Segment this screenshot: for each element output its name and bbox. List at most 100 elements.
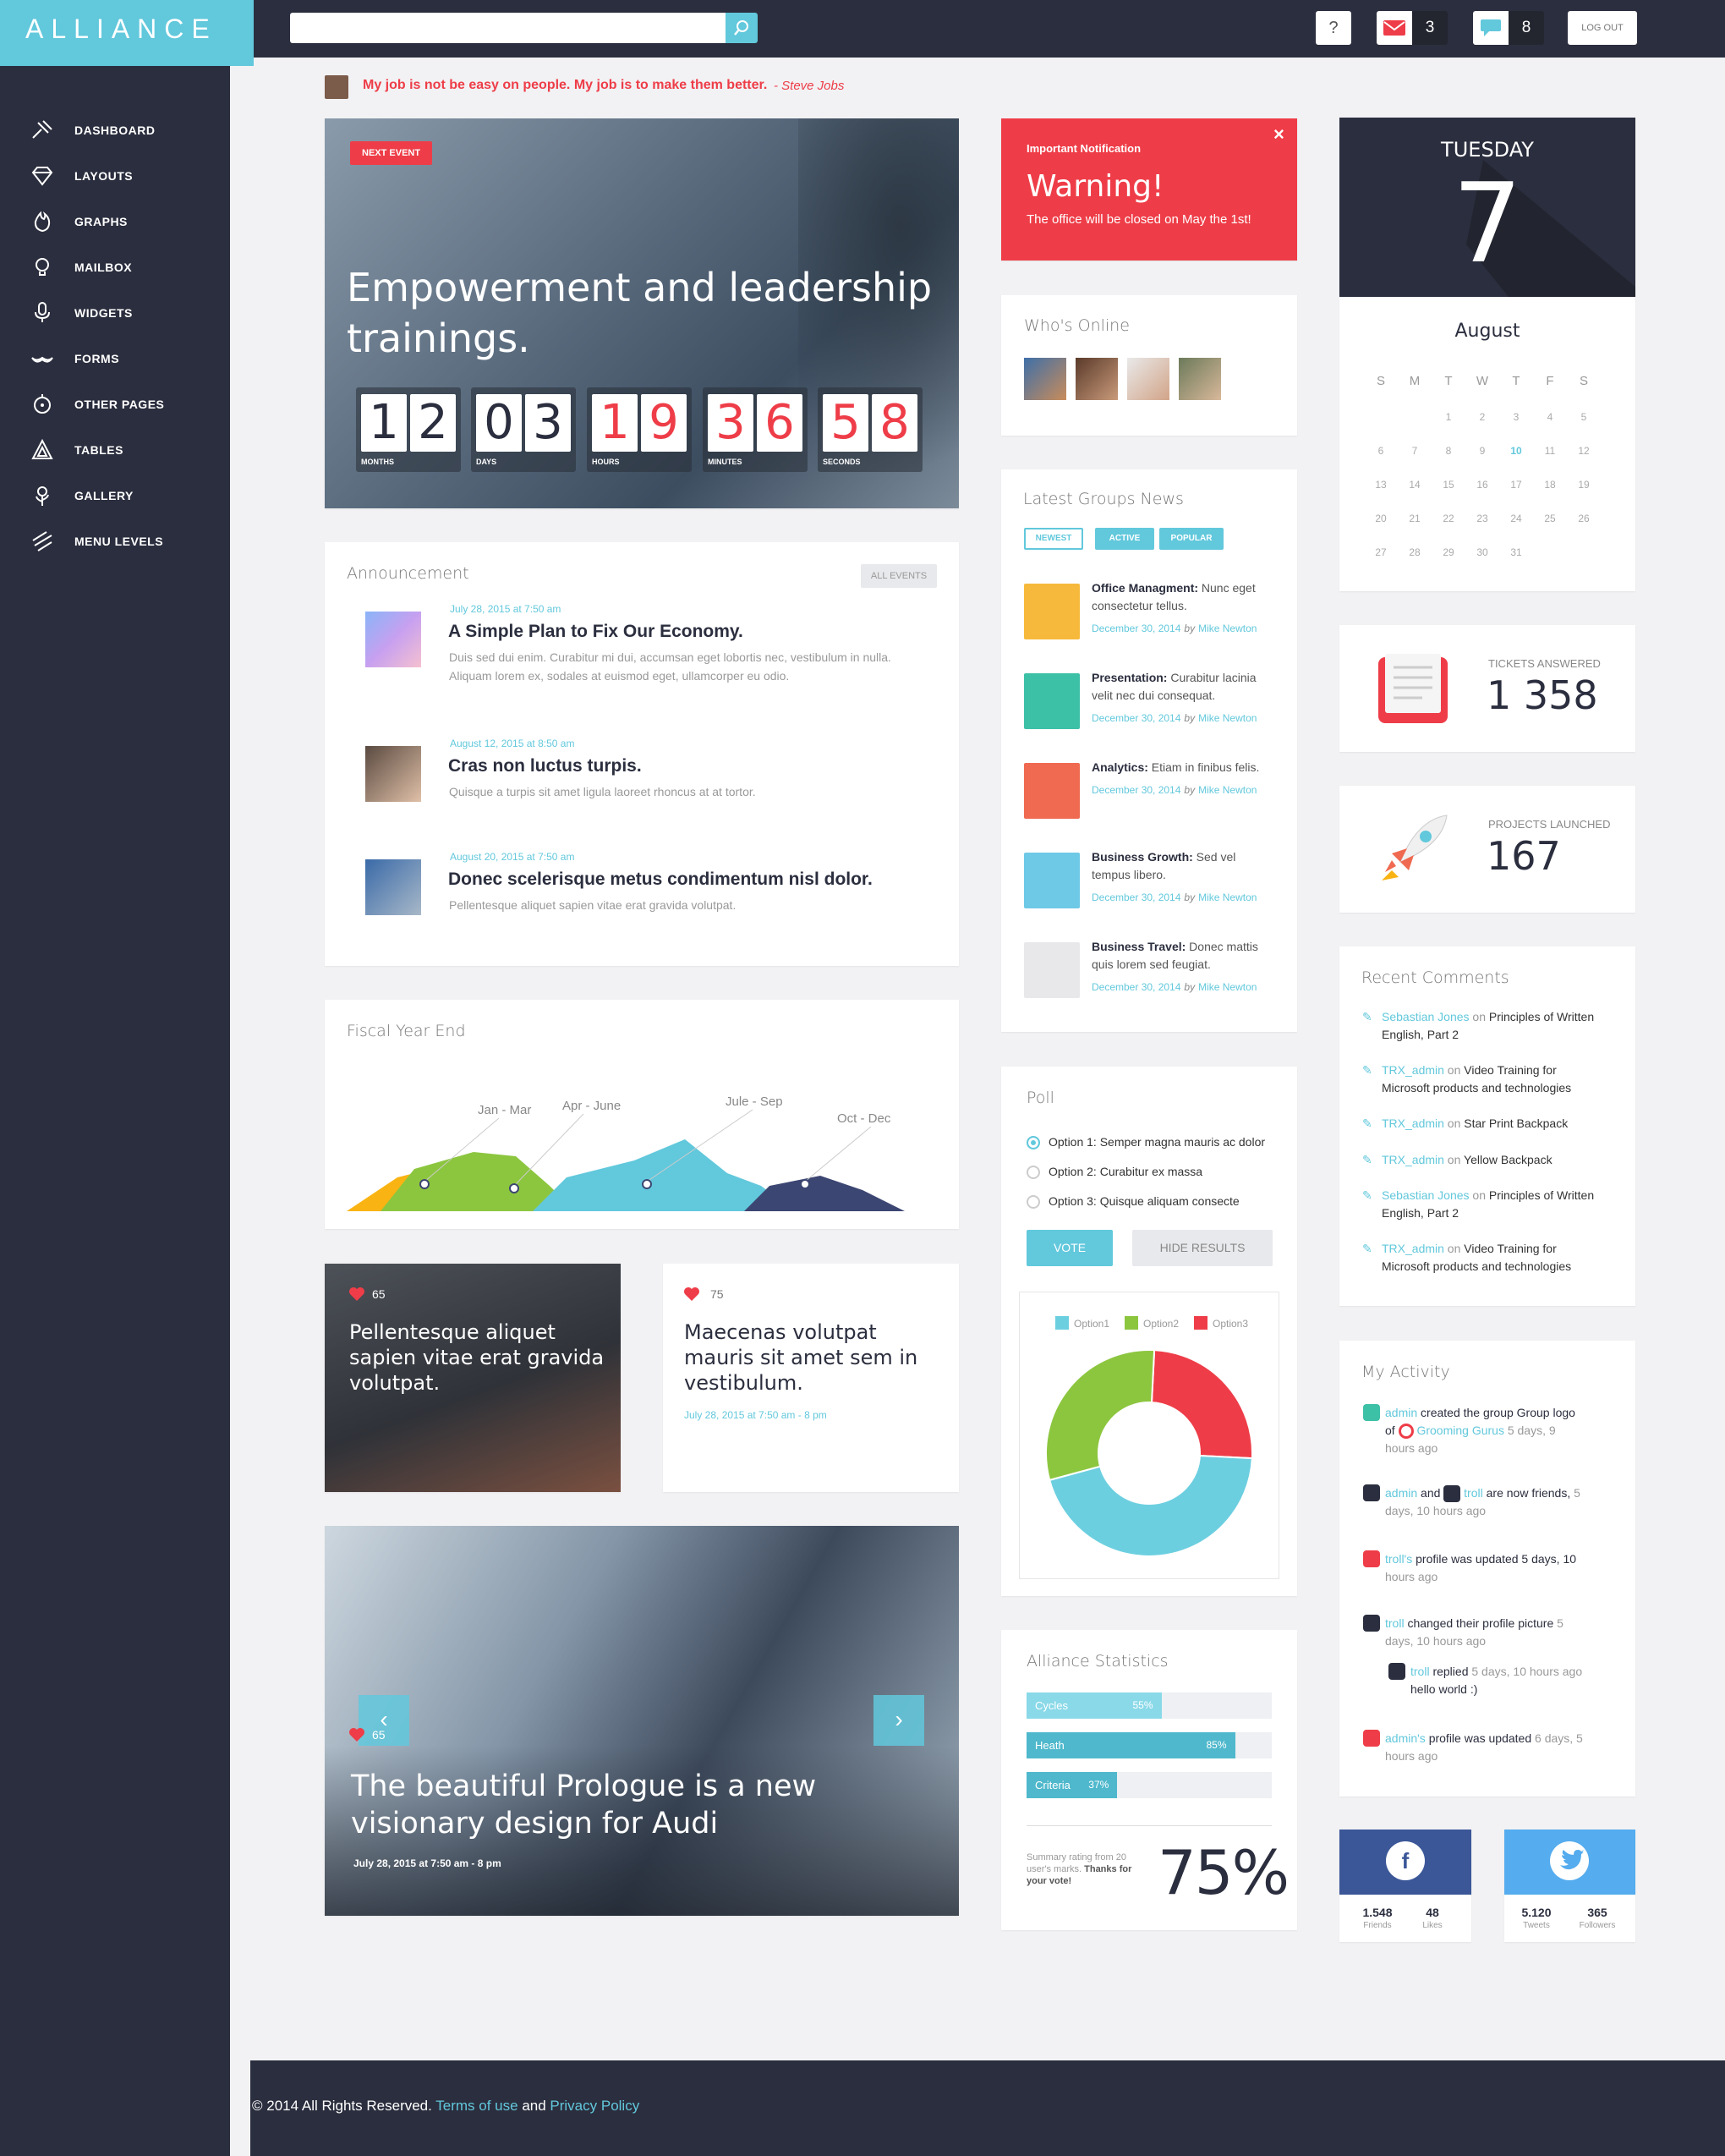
- poll-option-label[interactable]: Option 3: Quisque aliquam consecte: [1049, 1194, 1240, 1208]
- comment-post[interactable]: Principles of Written: [1489, 1188, 1594, 1202]
- announcement-headline[interactable]: A Simple Plan to Fix Our Economy.: [448, 622, 743, 642]
- help-button[interactable]: ?: [1316, 11, 1351, 45]
- sidebar-item-forms[interactable]: FORMS: [30, 346, 119, 371]
- donut-slice-option2[interactable]: [1045, 1349, 1156, 1482]
- comment-post[interactable]: Yellow Backpack: [1464, 1153, 1552, 1166]
- calendar-date[interactable]: 23: [1470, 513, 1495, 524]
- comment-item[interactable]: TRX_admin on Video Training for Microsoft…: [1382, 1062, 1627, 1097]
- calendar-date[interactable]: 13: [1368, 479, 1394, 491]
- sidebar-item-mailbox[interactable]: MAILBOX: [30, 255, 132, 280]
- avatar[interactable]: [1076, 358, 1118, 400]
- donut-slice-option3[interactable]: [1150, 1349, 1253, 1460]
- calendar-date[interactable]: 11: [1537, 445, 1563, 457]
- activity-a2-u2[interactable]: troll: [1464, 1486, 1483, 1500]
- comment-user[interactable]: TRX_admin: [1382, 1063, 1444, 1077]
- calendar-date[interactable]: 7: [1402, 445, 1427, 457]
- announcement-headline[interactable]: Cras non luctus turpis.: [448, 756, 642, 776]
- calendar-date[interactable]: 15: [1436, 479, 1461, 491]
- activity-a1-group[interactable]: Grooming Gurus: [1416, 1424, 1503, 1437]
- calendar-date[interactable]: 19: [1571, 479, 1596, 491]
- activity-a6-user[interactable]: admin's: [1385, 1731, 1426, 1745]
- avatar[interactable]: [1179, 358, 1221, 400]
- comment-user[interactable]: Sebastian Jones: [1382, 1188, 1470, 1202]
- calendar-date[interactable]: 10: [1503, 445, 1529, 457]
- calendar-date[interactable]: 5: [1571, 411, 1596, 423]
- calendar-date[interactable]: 2: [1470, 411, 1495, 423]
- calendar-date[interactable]: 20: [1368, 513, 1394, 524]
- poll-radio[interactable]: [1027, 1195, 1040, 1209]
- logout-button[interactable]: LOG OUT: [1568, 11, 1637, 45]
- announcement-headline[interactable]: Donec scelerisque metus condimentum nisl…: [448, 870, 873, 890]
- fiscal-point-q2[interactable]: [509, 1183, 519, 1193]
- calendar-date[interactable]: 31: [1503, 546, 1529, 558]
- activity-a1-user[interactable]: admin: [1385, 1406, 1417, 1419]
- group-news-item[interactable]: Presentation: Curabitur lacinia velit nec…: [1092, 669, 1278, 705]
- activity-a3-user[interactable]: troll's: [1385, 1552, 1412, 1566]
- vote-button[interactable]: VOTE: [1027, 1230, 1113, 1266]
- comment-post[interactable]: Principles of Written: [1489, 1010, 1594, 1023]
- avatar[interactable]: [1127, 358, 1169, 400]
- hide-results-button[interactable]: HIDE RESULTS: [1132, 1230, 1273, 1266]
- tab-newest[interactable]: NEWEST: [1024, 528, 1083, 550]
- comment-user[interactable]: TRX_admin: [1382, 1242, 1444, 1255]
- fiscal-point-q4[interactable]: [800, 1179, 810, 1189]
- comment-post[interactable]: English, Part 2: [1382, 1028, 1459, 1041]
- group-news-author[interactable]: Mike Newton: [1198, 712, 1257, 724]
- comment-item[interactable]: Sebastian Jones on Principles of Written…: [1382, 1008, 1627, 1044]
- comment-post[interactable]: Video Training for: [1464, 1063, 1556, 1077]
- group-news-author[interactable]: Mike Newton: [1198, 981, 1257, 993]
- group-news-author[interactable]: Mike Newton: [1198, 891, 1257, 903]
- sidebar-item-other-pages[interactable]: OTHER PAGES: [30, 392, 164, 417]
- sidebar-item-layouts[interactable]: LAYOUTS: [30, 163, 133, 189]
- calendar-date[interactable]: 1: [1436, 411, 1461, 423]
- calendar-date[interactable]: 26: [1571, 513, 1596, 524]
- calendar-date[interactable]: 22: [1436, 513, 1461, 524]
- mail-button[interactable]: [1377, 11, 1412, 45]
- group-news-item[interactable]: Office Managment: Nunc eget consectetur t…: [1092, 579, 1278, 615]
- calendar-date[interactable]: 18: [1537, 479, 1563, 491]
- terms-link[interactable]: Terms of use: [435, 2098, 518, 2114]
- like-card-text[interactable]: 75 Maecenas volutpat mauris sit amet sem …: [663, 1264, 959, 1492]
- poll-radio[interactable]: [1027, 1136, 1040, 1149]
- group-news-item[interactable]: Business Travel: Donec mattis quis lorem …: [1092, 938, 1278, 974]
- group-news-author[interactable]: Mike Newton: [1198, 623, 1257, 634]
- privacy-link[interactable]: Privacy Policy: [550, 2098, 639, 2114]
- close-icon[interactable]: ×: [1273, 123, 1284, 145]
- comment-user[interactable]: TRX_admin: [1382, 1116, 1444, 1130]
- comment-item[interactable]: TRX_admin on Yellow Backpack: [1382, 1151, 1627, 1169]
- calendar-date[interactable]: 14: [1402, 479, 1427, 491]
- calendar-date[interactable]: 24: [1503, 513, 1529, 524]
- calendar-date[interactable]: 8: [1436, 445, 1461, 457]
- sidebar-item-widgets[interactable]: WIDGETS: [30, 300, 133, 326]
- poll-option-label[interactable]: Option 1: Semper magna mauris ac dolor: [1049, 1135, 1265, 1149]
- poll-radio[interactable]: [1027, 1166, 1040, 1179]
- calendar-date[interactable]: 12: [1571, 445, 1596, 457]
- like-card-image[interactable]: 65 Pellentesque aliquet sapien vitae erat…: [325, 1264, 621, 1492]
- all-events-button[interactable]: ALL EVENTS: [861, 564, 937, 588]
- sidebar-item-graphs[interactable]: GRAPHS: [30, 209, 128, 234]
- comment-item[interactable]: TRX_admin on Star Print Backpack: [1382, 1115, 1627, 1133]
- chat-button[interactable]: [1473, 11, 1509, 45]
- group-news-author[interactable]: Mike Newton: [1198, 784, 1257, 796]
- calendar-date[interactable]: 28: [1402, 546, 1427, 558]
- calendar-date[interactable]: 17: [1503, 479, 1529, 491]
- tab-active[interactable]: ACTIVE: [1095, 528, 1154, 550]
- poll-option-label[interactable]: Option 2: Curabitur ex massa: [1049, 1165, 1202, 1178]
- comment-post[interactable]: Microsoft products and technologies: [1382, 1081, 1571, 1094]
- calendar-date[interactable]: 21: [1402, 513, 1427, 524]
- avatar[interactable]: [1024, 358, 1066, 400]
- calendar-date[interactable]: 3: [1503, 411, 1529, 423]
- calendar-date[interactable]: 6: [1368, 445, 1394, 457]
- sidebar-item-menu-levels[interactable]: MENU LEVELS: [30, 529, 163, 554]
- slider-next-button[interactable]: ›: [873, 1695, 924, 1746]
- comment-item[interactable]: Sebastian Jones on Principles of Written…: [1382, 1187, 1627, 1222]
- calendar-date[interactable]: 27: [1368, 546, 1394, 558]
- comment-item[interactable]: TRX_admin on Video Training for Microsoft…: [1382, 1240, 1627, 1275]
- fiscal-point-q3[interactable]: [642, 1179, 652, 1189]
- tab-popular[interactable]: POPULAR: [1159, 528, 1224, 550]
- calendar-date[interactable]: 25: [1537, 513, 1563, 524]
- comment-post[interactable]: Microsoft products and technologies: [1382, 1259, 1571, 1273]
- fiscal-point-q1[interactable]: [419, 1179, 430, 1189]
- facebook-card[interactable]: f 1.548 Friends 48 Likes: [1339, 1830, 1471, 1942]
- group-news-item[interactable]: Business Growth: Sed vel tempus libero.: [1092, 848, 1278, 884]
